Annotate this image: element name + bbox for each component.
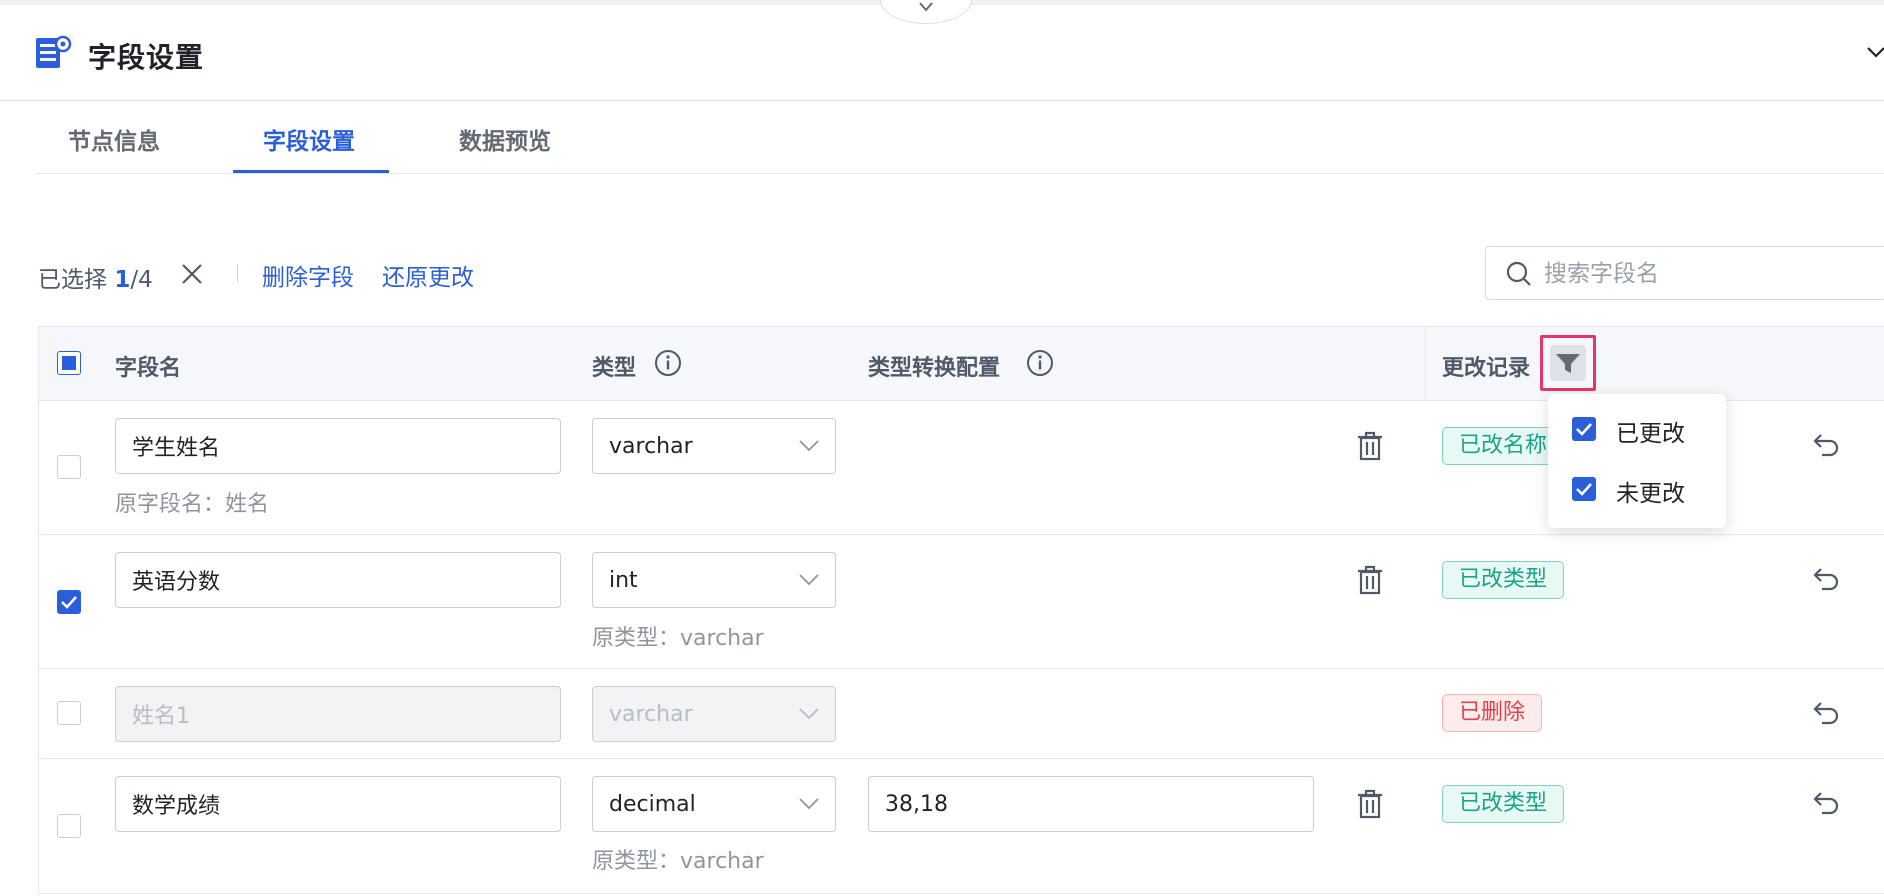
- filter-dropdown: 已更改 未更改: [1548, 394, 1726, 528]
- conversion-info-icon[interactable]: [1026, 349, 1054, 381]
- type-select[interactable]: decimal: [592, 776, 836, 832]
- row-checkbox[interactable]: [57, 701, 81, 725]
- row-divider: [39, 534, 1884, 535]
- tab-node-info[interactable]: 节点信息: [68, 122, 160, 156]
- change-log-filter-button[interactable]: [1540, 335, 1596, 391]
- original-field-name: 原字段名：姓名: [115, 492, 270, 517]
- check-icon: [1576, 483, 1592, 496]
- search-box[interactable]: [1485, 246, 1884, 300]
- chevron-down-icon: [799, 574, 819, 586]
- status-badge: 已改名称: [1442, 427, 1565, 465]
- search-input[interactable]: [1542, 255, 1866, 293]
- type-info-icon[interactable]: [654, 349, 682, 381]
- status-badge: 已改类型: [1442, 561, 1565, 599]
- undo-icon[interactable]: [1812, 566, 1840, 596]
- field-name-input[interactable]: [115, 552, 561, 608]
- selection-count: 已选择 1/4: [38, 267, 153, 293]
- status-badge: 已改类型: [1442, 785, 1565, 823]
- tabs-divider: [36, 173, 1884, 174]
- trash-icon[interactable]: [1356, 565, 1384, 599]
- chevron-down-icon: [799, 708, 819, 720]
- trash-icon[interactable]: [1356, 431, 1384, 465]
- check-icon: [1576, 423, 1592, 436]
- restore-changes-button[interactable]: 还原更改: [382, 258, 474, 292]
- chevron-down-icon: [799, 798, 819, 810]
- header-type: 类型: [592, 356, 637, 381]
- header-change-log: 更改记录: [1442, 356, 1531, 381]
- delete-fields-button[interactable]: 删除字段: [262, 258, 354, 292]
- type-select: varchar: [592, 686, 836, 742]
- field-name-input: [115, 686, 561, 742]
- check-icon: [61, 596, 77, 609]
- filter-icon: [1556, 354, 1580, 373]
- undo-icon[interactable]: [1812, 700, 1840, 730]
- page-title: 字段设置: [88, 41, 205, 74]
- row-checkbox[interactable]: [57, 455, 81, 479]
- original-type: 原类型：varchar: [592, 849, 764, 874]
- toolbar-separator: [237, 264, 238, 282]
- field-name-input[interactable]: [115, 418, 561, 474]
- tab-field-settings[interactable]: 字段设置: [263, 122, 355, 156]
- tab-data-preview[interactable]: 数据预览: [459, 122, 551, 156]
- type-select-value: varchar: [609, 702, 693, 727]
- undo-icon[interactable]: [1812, 790, 1840, 820]
- chevron-down-icon: [799, 440, 819, 452]
- filter-option-label: 已更改: [1616, 421, 1685, 447]
- filter-option-checkbox[interactable]: [1572, 477, 1596, 501]
- field-name-input[interactable]: [115, 776, 561, 832]
- panel-toggle-handle[interactable]: [880, 0, 972, 24]
- search-icon: [1506, 261, 1531, 286]
- filter-option-label: 未更改: [1616, 481, 1685, 507]
- filter-option-checkbox[interactable]: [1572, 417, 1596, 441]
- field-settings-icon: [34, 34, 72, 76]
- type-select[interactable]: varchar: [592, 418, 836, 474]
- select-all-checkbox[interactable]: [57, 351, 81, 375]
- collapse-chevron-icon[interactable]: [1866, 44, 1884, 63]
- row-checkbox[interactable]: [57, 814, 81, 838]
- trash-icon[interactable]: [1356, 789, 1384, 823]
- original-type: 原类型：varchar: [592, 626, 764, 651]
- header-field-name: 字段名: [115, 356, 182, 381]
- type-select-value: decimal: [609, 792, 696, 817]
- status-badge: 已删除: [1442, 694, 1543, 732]
- type-select[interactable]: int: [592, 552, 836, 608]
- header-divider: [0, 100, 1884, 101]
- row-divider: [39, 668, 1884, 669]
- type-conversion-input[interactable]: [868, 776, 1314, 832]
- undo-icon[interactable]: [1812, 432, 1840, 462]
- header-type-conversion: 类型转换配置: [868, 356, 1001, 381]
- chevron-down-icon: [919, 2, 933, 12]
- row-divider: [39, 758, 1884, 759]
- row-checkbox[interactable]: [57, 590, 81, 614]
- active-tab-indicator: [233, 170, 389, 173]
- type-select-value: int: [609, 568, 638, 593]
- clear-selection-icon[interactable]: [180, 262, 204, 290]
- type-select-value: varchar: [609, 434, 693, 459]
- header-column-separator: [1425, 327, 1426, 400]
